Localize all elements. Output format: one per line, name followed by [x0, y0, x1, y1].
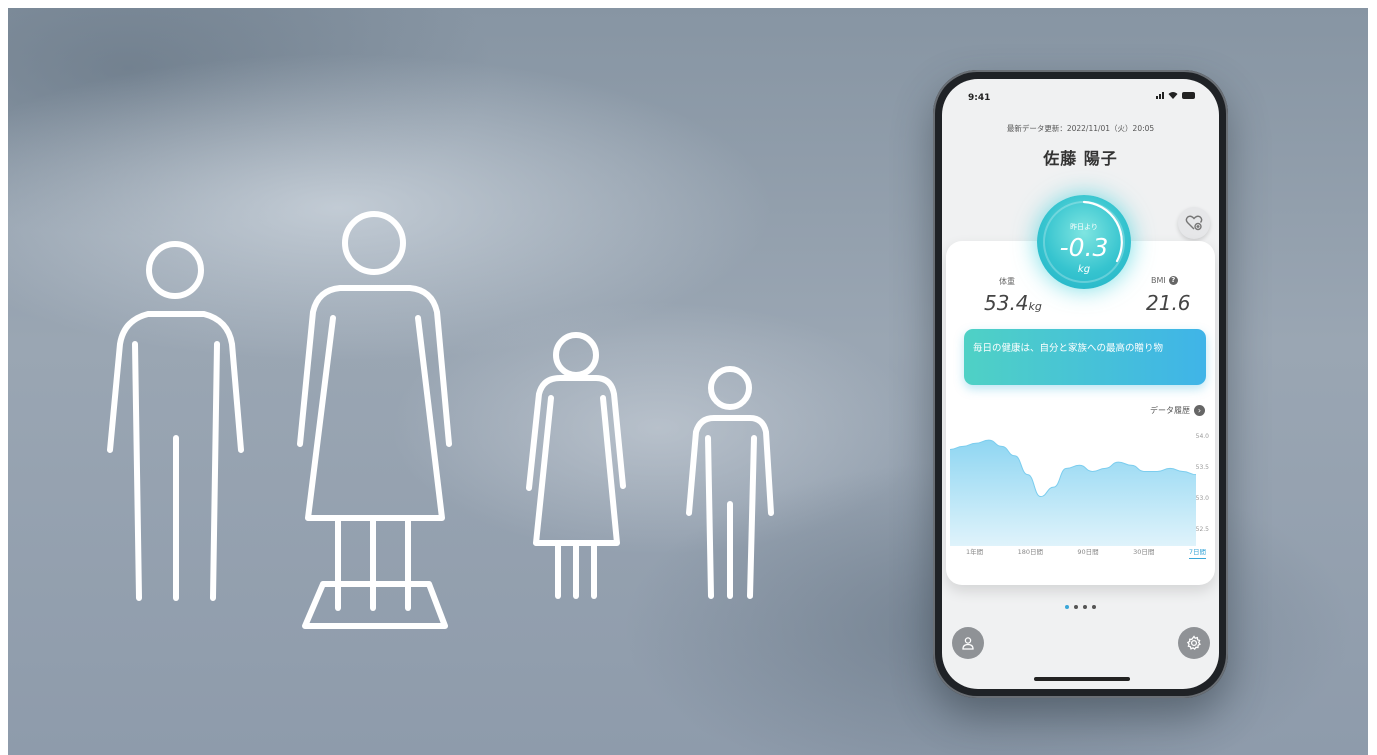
man-figure — [107, 241, 244, 601]
girl-figure — [526, 332, 626, 599]
delta-label: 昨日より — [1070, 223, 1098, 231]
user-name: 佐藤 陽子 — [1043, 149, 1118, 168]
home-indicator[interactable] — [1034, 677, 1130, 681]
weight-chart-svg — [949, 439, 1197, 546]
last-update-text: 最新データ更新：2022/11/01（火）20:05 — [1006, 124, 1155, 133]
smartphone-mockup: 9:41 最新データ更新：2022/11/01（火）20:05 佐藤 陽子 体重… — [933, 70, 1228, 698]
y-tick-label: 53.5 — [1195, 464, 1209, 471]
app-screen: 9:41 最新データ更新：2022/11/01（火）20:05 佐藤 陽子 体重… — [942, 79, 1219, 689]
status-icons — [1156, 91, 1195, 99]
range-tabs: 1年間 180日間 90日間 30日間 7日間 — [966, 546, 1207, 559]
weight-chart: 54.0 53.5 53.0 52.5 — [946, 431, 1215, 546]
wifi-icon — [1168, 92, 1178, 99]
status-time: 9:41 — [968, 93, 991, 103]
tab-1-year[interactable]: 1年間 — [966, 546, 983, 559]
gear-icon — [1186, 635, 1201, 651]
y-tick-label: 52.5 — [1195, 526, 1209, 533]
page-dot[interactable] — [1092, 605, 1096, 609]
delta-value: -0.3 — [1059, 233, 1109, 262]
y-tick-label: 53.0 — [1195, 495, 1209, 502]
heart-plus-icon — [1185, 215, 1203, 231]
arrow-right-icon: › — [1194, 405, 1205, 416]
message-banner[interactable]: 毎日の健康は、自分と家族への最高の贈り物 — [964, 329, 1206, 385]
family-figures-illustration — [107, 211, 774, 629]
weight-label: 体重 — [999, 277, 1015, 286]
signal-icon — [1156, 92, 1164, 99]
summary-card: 体重 53.4kg BMI ? 21.6 毎日の健康は、自分と家族への最高の贈り… — [946, 241, 1215, 585]
boy-figure — [686, 366, 774, 599]
weight-number: 53.4 — [984, 291, 1029, 315]
settings-button[interactable] — [1178, 627, 1210, 659]
profile-icon — [962, 637, 974, 650]
battery-icon — [1182, 92, 1195, 99]
data-history-label: データ履歴 — [1150, 406, 1190, 415]
message-text: 毎日の健康は、自分と家族への最高の贈り物 — [973, 343, 1164, 354]
woman-on-scale-figure — [297, 211, 452, 629]
page-dot[interactable] — [1065, 605, 1069, 609]
weight-unit: kg — [1028, 300, 1042, 313]
data-history-link[interactable]: データ履歴 › — [1150, 405, 1205, 416]
tab-180-days[interactable]: 180日間 — [1018, 546, 1043, 559]
bmi-label: BMI — [1151, 276, 1166, 285]
tab-30-days[interactable]: 30日間 — [1133, 546, 1154, 559]
page-dot[interactable] — [1083, 605, 1087, 609]
delta-unit: kg — [1077, 264, 1091, 275]
weight-delta-badge: 昨日より -0.3 kg — [1037, 195, 1131, 289]
page-indicator — [942, 605, 1219, 609]
profile-button[interactable] — [952, 627, 984, 659]
bmi-label-group: BMI ? — [1151, 276, 1178, 285]
y-tick-label: 54.0 — [1195, 433, 1209, 440]
bmi-value: 21.6 — [1146, 291, 1191, 315]
weight-value: 53.4kg — [984, 291, 1042, 315]
favorite-button[interactable] — [1178, 207, 1210, 239]
page-dot[interactable] — [1074, 605, 1078, 609]
tab-7-days[interactable]: 7日間 — [1188, 546, 1207, 559]
weight-area — [950, 440, 1196, 546]
status-bar: 9:41 — [942, 79, 1219, 115]
help-icon[interactable]: ? — [1168, 276, 1178, 285]
tab-90-days[interactable]: 90日間 — [1077, 546, 1098, 559]
background-scene: 9:41 最新データ更新：2022/11/01（火）20:05 佐藤 陽子 体重… — [8, 8, 1368, 755]
